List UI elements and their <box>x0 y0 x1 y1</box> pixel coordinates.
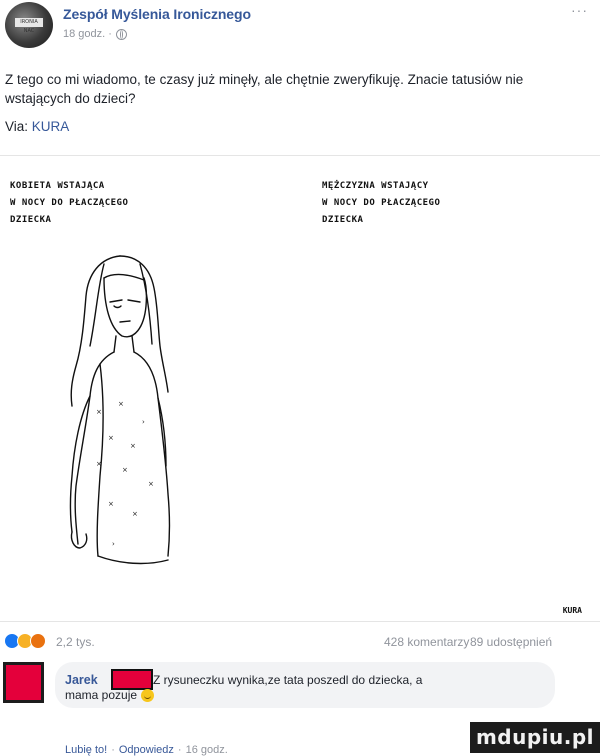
globe-icon <box>115 28 127 40</box>
post-header: IRONIA NAC Zespół Myślenia Ironicznego 1… <box>0 0 600 52</box>
commenter-avatar[interactable] <box>3 662 44 703</box>
comment-text-line1: Z rysuneczku wynika,ze tata poszedl do d… <box>153 673 423 687</box>
svg-text:×: × <box>108 500 114 508</box>
svg-text:×: × <box>108 434 114 442</box>
via-link[interactable]: KURA <box>32 119 70 134</box>
post-meta: 18 godz. · <box>63 28 127 40</box>
reaction-icons[interactable] <box>4 633 46 649</box>
svg-text:×: × <box>122 466 128 474</box>
comment-reply-link[interactable]: Odpowiedz <box>119 744 174 756</box>
svg-text:×: × <box>132 510 138 518</box>
comment-time[interactable]: 16 godz. <box>186 744 228 756</box>
via-label: Via: <box>5 119 29 134</box>
svg-text:›: › <box>142 418 145 426</box>
commenter-name[interactable]: Jarek <box>65 673 98 687</box>
comment-text-line2: mama pozuje <box>65 688 138 702</box>
comic-image[interactable]: KOBIETA WSTAJĄCA W NOCY DO PŁACZĄCEGO DZ… <box>0 155 600 622</box>
reaction-count[interactable]: 2,2 tys. <box>56 635 95 649</box>
comic-signature: KURA <box>562 606 582 615</box>
svg-text:›: › <box>112 540 115 548</box>
svg-text:×: × <box>148 480 154 488</box>
angry-reaction-icon <box>30 633 46 649</box>
comment-actions: Lubię to! · Odpowiedz · 16 godz. <box>65 744 228 756</box>
post-text: Z tego co mi wiadomo, te czasy już minęł… <box>5 72 524 106</box>
reactions-bar: 2,2 tys. 428 komentarzy 89 udostępnień <box>0 630 600 652</box>
site-watermark: mdupiu.pl <box>470 722 600 753</box>
svg-text:×: × <box>96 460 102 468</box>
page-avatar[interactable]: IRONIA NAC <box>5 2 53 48</box>
separator: · <box>111 744 115 756</box>
page-name-link[interactable]: Zespół Myślenia Ironicznego <box>63 6 251 22</box>
comment-like-link[interactable]: Lubię to! <box>65 744 107 756</box>
more-options-icon[interactable]: ··· <box>571 2 588 18</box>
separator: · <box>177 744 182 756</box>
comment-count[interactable]: 428 komentarzy <box>384 635 469 649</box>
avatar-label: IRONIA NAC <box>15 18 43 34</box>
redacted-surname <box>111 669 153 690</box>
svg-text:×: × <box>96 408 102 416</box>
woman-figure-drawing: × × › × × × × × × × › <box>69 255 171 565</box>
post-via: Via: KURA <box>5 119 69 134</box>
comment-text-line2-wrap: mama pozuje <box>65 688 155 702</box>
svg-text:×: × <box>130 442 136 450</box>
smile-emoji-icon <box>141 688 155 702</box>
comment-bubble: Jarek Z rysuneczku wynika,ze tata poszed… <box>55 662 555 708</box>
share-count[interactable]: 89 udostępnień <box>470 635 552 649</box>
svg-text:×: × <box>118 400 124 408</box>
post-time[interactable]: 18 godz. · <box>63 28 112 40</box>
